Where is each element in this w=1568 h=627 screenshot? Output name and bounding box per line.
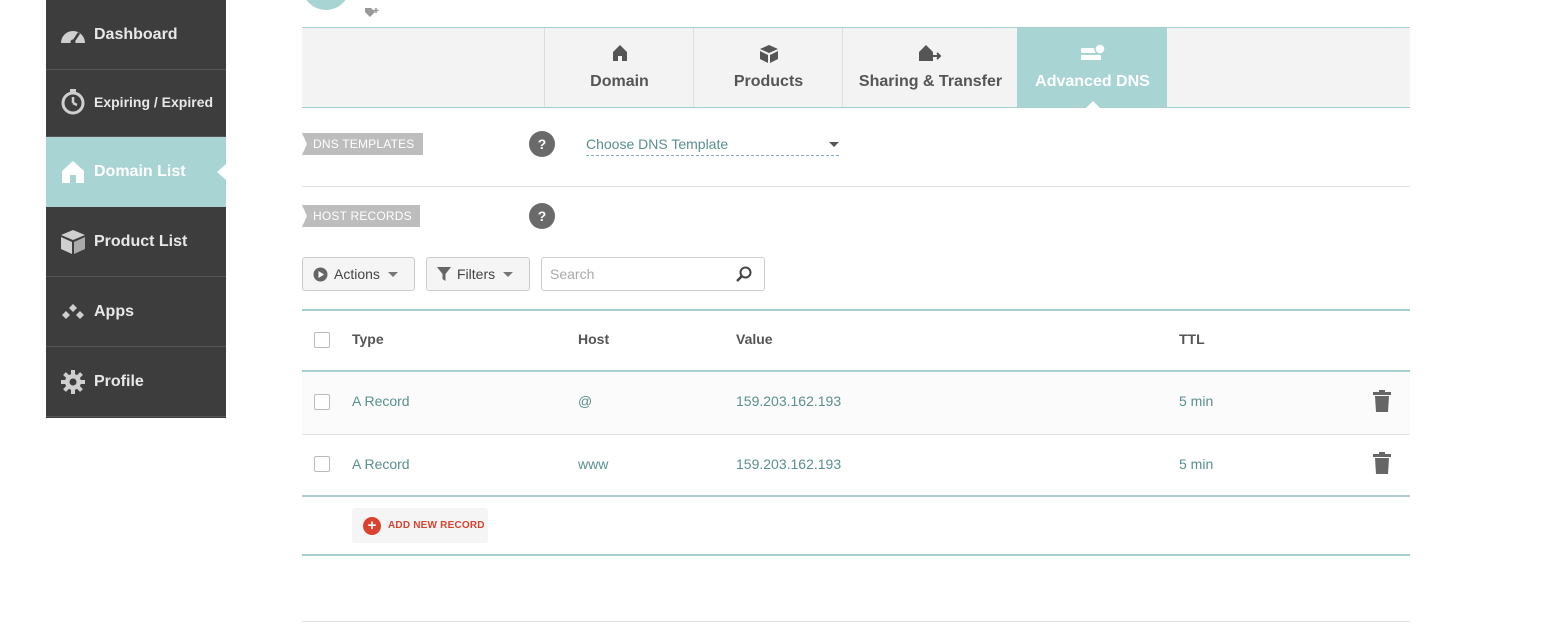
home-icon (59, 158, 87, 186)
tab-advanced-dns[interactable]: Advanced DNS (1017, 28, 1167, 108)
tab-domain[interactable]: Domain (544, 28, 694, 107)
apps-diamonds-icon (59, 298, 87, 326)
row-divider (302, 434, 1410, 435)
dns-server-icon (1080, 43, 1106, 64)
record-value[interactable]: 159.203.162.193 (736, 456, 841, 472)
box-icon (59, 228, 87, 256)
sidebar-item-label: Product List (94, 232, 188, 250)
add-new-record-label: ADD NEW RECORD (388, 520, 485, 531)
row-checkbox[interactable] (314, 394, 330, 410)
sidebar-item-product-list[interactable]: Product List (46, 207, 226, 277)
sidebar: Dashboard Expiring / Expired Domain List… (46, 0, 226, 418)
filters-dropdown[interactable]: Filters (426, 257, 530, 291)
table-top-border (302, 309, 1410, 311)
sidebar-item-profile[interactable]: Profile (46, 347, 226, 417)
divider (302, 186, 1410, 187)
sidebar-item-apps[interactable]: Apps (46, 277, 226, 347)
dns-template-select[interactable]: Choose DNS Template (586, 134, 839, 156)
trash-icon[interactable] (1373, 452, 1391, 474)
sidebar-item-label: Apps (94, 302, 134, 320)
sidebar-item-domain-list[interactable]: Domain List (46, 137, 226, 207)
table-bottom-border (302, 495, 1410, 497)
sidebar-item-expiring[interactable]: Expiring / Expired (46, 67, 226, 137)
record-ttl[interactable]: 5 min (1179, 456, 1213, 472)
table-row (302, 372, 1410, 435)
record-ttl[interactable]: 5 min (1179, 393, 1213, 409)
sidebar-item-label: Dashboard (94, 25, 178, 43)
sidebar-item-label: Domain List (94, 162, 186, 180)
host-records-help-icon[interactable]: ? (529, 203, 555, 229)
row-checkbox[interactable] (314, 456, 330, 472)
actions-dropdown[interactable]: Actions (302, 257, 415, 291)
add-tag-icon[interactable] (364, 6, 380, 25)
tab-products[interactable]: Products (693, 28, 843, 107)
record-type[interactable]: A Record (352, 393, 410, 409)
record-value[interactable]: 159.203.162.193 (736, 393, 841, 409)
actions-label: Actions (334, 266, 380, 282)
share-transfer-icon (918, 44, 944, 64)
dns-template-select-value: Choose DNS Template (586, 136, 729, 152)
column-header-type: Type (352, 331, 384, 347)
tab-label: Products (733, 73, 804, 90)
plus-circle-icon: + (363, 516, 381, 535)
search-input[interactable] (542, 258, 722, 290)
trash-icon[interactable] (1373, 390, 1391, 412)
search-icon[interactable] (736, 266, 752, 287)
home-icon (612, 44, 628, 64)
gear-icon (59, 368, 87, 396)
sidebar-item-dashboard[interactable]: Dashboard (46, 0, 226, 70)
play-circle-icon (313, 267, 328, 282)
host-records-label: HOST RECORDS (302, 205, 420, 227)
column-header-host: Host (578, 331, 610, 347)
add-new-record-button[interactable]: + ADD NEW RECORD (352, 508, 488, 543)
tab-label: Sharing & Transfer (858, 73, 1003, 90)
column-header-value: Value (736, 331, 773, 347)
dns-templates-help-icon[interactable]: ? (529, 131, 555, 157)
sidebar-item-label: Expiring / Expired (94, 93, 214, 110)
filters-label: Filters (457, 266, 496, 282)
divider (302, 621, 1410, 622)
record-host[interactable]: @ (578, 393, 592, 409)
speedometer-icon (59, 21, 87, 49)
search-box (541, 257, 765, 291)
record-host[interactable]: www (578, 456, 608, 472)
chevron-down-icon (387, 271, 398, 277)
chevron-down-icon (503, 271, 514, 277)
column-header-ttl: TTL (1179, 331, 1205, 347)
tab-sharing-transfer[interactable]: Sharing & Transfer (842, 28, 1018, 107)
domain-tab-bar: Domain Products Sharing & Transfer Advan… (302, 27, 1410, 108)
dns-templates-label: DNS TEMPLATES (302, 133, 423, 155)
tab-label: Advanced DNS (1035, 73, 1150, 90)
chevron-down-icon (829, 142, 839, 147)
select-all-checkbox[interactable] (314, 332, 330, 348)
tab-label: Domain (590, 73, 649, 90)
record-type[interactable]: A Record (352, 456, 410, 472)
sidebar-item-label: Profile (94, 372, 144, 390)
box-icon (759, 44, 779, 64)
stopwatch-icon (59, 88, 87, 116)
avatar (302, 0, 350, 10)
funnel-icon (437, 266, 451, 282)
section-bottom-border (302, 554, 1410, 556)
